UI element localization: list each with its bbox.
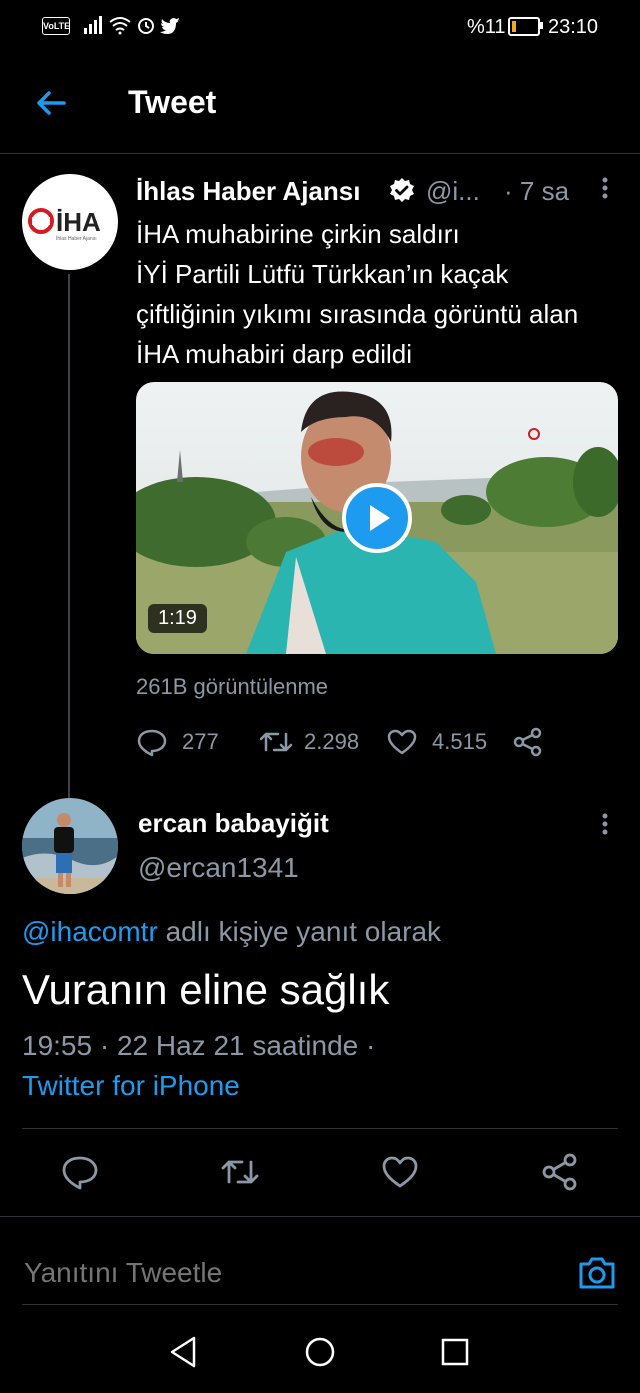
mention-link[interactable]: @ihacomtr [22, 916, 158, 947]
reply-action-bar [0, 1150, 640, 1196]
reply-author-handle[interactable]: @ercan1341 [138, 852, 299, 884]
status-icons [84, 14, 194, 41]
battery-percent: %11 [467, 16, 506, 38]
battery-icon [508, 17, 540, 36]
nav-back-icon [170, 1336, 196, 1368]
volte-badge: VoLTE [42, 17, 70, 35]
retweet-icon [259, 732, 293, 752]
divider [22, 1128, 618, 1129]
reply-icon [62, 1156, 98, 1190]
view-count: 261B görüntülenme [136, 674, 329, 699]
more-options-icon[interactable] [596, 812, 614, 838]
divider [22, 1304, 618, 1305]
tweet-time: · 7 sa [504, 176, 570, 206]
video-player[interactable]: 1:19 [136, 382, 618, 654]
alarm-icon [138, 18, 154, 34]
like-count: 4.515 [432, 729, 488, 754]
iha-logo-subtitle: İhlas Haber Ajansı [56, 236, 97, 242]
divider [0, 1216, 640, 1217]
play-button[interactable] [342, 483, 412, 553]
tweet-text: İHA muhabirine çirkin saldırı İYİ Partil… [136, 214, 606, 374]
reply-button[interactable] [60, 1150, 100, 1194]
status-bar: VoLTE %11 23:10 [0, 0, 640, 56]
reply-input[interactable] [22, 1256, 546, 1290]
retweet-icon [221, 1160, 259, 1184]
page-title: Tweet [128, 84, 217, 120]
back-arrow-icon[interactable] [34, 86, 68, 120]
author-name[interactable]: İhlas Haber Ajansı [136, 176, 360, 207]
nav-recents-icon [441, 1338, 469, 1366]
nav-home-icon [305, 1337, 335, 1367]
verified-badge-icon [388, 177, 416, 205]
author-handle[interactable]: @i... [426, 176, 480, 207]
retweet-count: 2.298 [304, 729, 360, 754]
reply-author-name[interactable]: ercan babayiğit [138, 808, 329, 839]
like-button[interactable] [380, 1150, 420, 1194]
reply-composer [0, 1226, 640, 1306]
reply-context-label: adlı kişiye yanıt olarak [157, 916, 442, 947]
like-action[interactable]: 4.515 [386, 726, 487, 758]
more-options-icon[interactable] [596, 176, 614, 202]
tweet-text-body: İHA muhabirine çirkin saldırı İYİ Partil… [136, 219, 579, 369]
reply-context: @ihacomtr adlı kişiye yanıt olarak [22, 916, 441, 948]
share-icon [542, 1153, 577, 1191]
play-icon [370, 505, 390, 531]
share-icon [513, 727, 542, 757]
reply-timestamp: 19:55 · 22 Haz 21 saatinde · [22, 1030, 376, 1061]
heart-icon [387, 729, 417, 755]
share-button[interactable] [540, 1150, 580, 1194]
video-duration: 1:19 [148, 604, 207, 633]
reply-icon [137, 729, 167, 757]
reply-action[interactable]: 277 [136, 726, 219, 758]
avatar[interactable] [22, 798, 118, 894]
system-nav-bar [0, 1318, 640, 1388]
reply-source-link[interactable]: Twitter for iPhone [22, 1070, 240, 1102]
thread-line [68, 274, 70, 798]
heart-icon [382, 1156, 418, 1188]
reply-text: Vuranın eline sağlık [22, 966, 390, 1013]
avatar[interactable]: İHA İhlas Haber Ajansı [22, 174, 118, 270]
twitter-bird-icon [160, 18, 180, 34]
clock: 23:10 [548, 16, 599, 38]
iha-logo: İHA [28, 204, 114, 240]
svg-text:İHA: İHA [56, 207, 101, 237]
reply-count: 277 [182, 729, 219, 754]
header-divider [0, 153, 640, 154]
share-action[interactable] [512, 726, 544, 758]
retweet-button[interactable] [220, 1150, 260, 1194]
retweet-action[interactable]: 2.298 [258, 726, 359, 758]
wifi-icon [109, 17, 131, 31]
camera-icon[interactable] [576, 1252, 618, 1294]
signal-icon [84, 16, 102, 34]
